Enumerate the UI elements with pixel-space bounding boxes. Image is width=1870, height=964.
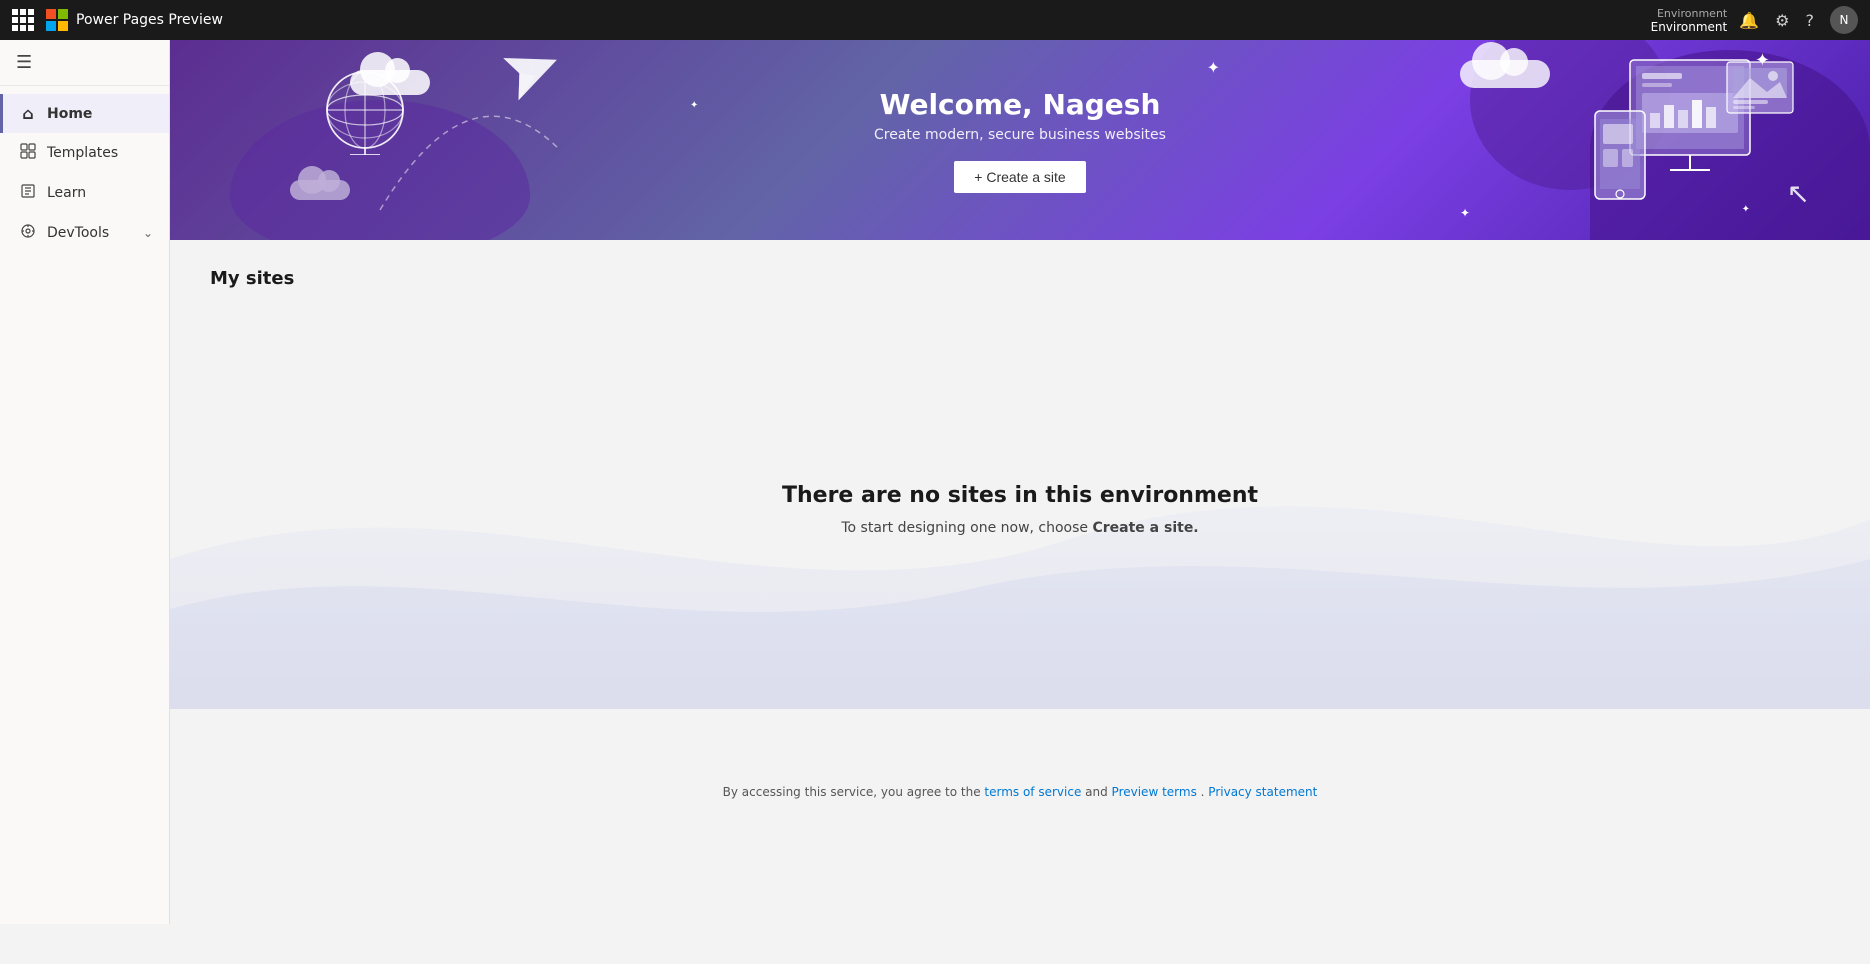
cloud-decoration-1 bbox=[350, 70, 430, 95]
my-sites-section: My sites bbox=[170, 240, 1870, 309]
hero-title: Welcome, Nagesh bbox=[874, 88, 1166, 121]
chevron-down-icon: ⌄ bbox=[143, 226, 153, 240]
waffle-menu[interactable] bbox=[12, 9, 34, 31]
sparkle-icon-1: ✦ bbox=[1207, 58, 1220, 77]
create-site-button[interactable]: + Create a site bbox=[954, 161, 1085, 193]
empty-state-desc-prefix: To start designing one now, choose bbox=[841, 520, 1092, 536]
sparkle-icon-3: ✦ bbox=[1460, 206, 1470, 220]
cursor-icon: ↖ bbox=[1787, 177, 1810, 210]
sidebar-item-templates[interactable]: Templates bbox=[0, 133, 169, 173]
environment-name: Environment bbox=[1651, 20, 1728, 34]
avatar[interactable]: N bbox=[1830, 6, 1858, 34]
sidebar-item-devtools-label: DevTools bbox=[47, 225, 109, 241]
empty-state-title: There are no sites in this environment bbox=[782, 483, 1258, 508]
devices-illustration bbox=[1600, 55, 1780, 219]
learn-icon bbox=[19, 183, 37, 203]
environment-label: Environment bbox=[1657, 7, 1727, 20]
sidebar-nav: ⌂ Home Templates bbox=[0, 86, 169, 261]
preview-terms-link[interactable]: Preview terms bbox=[1112, 785, 1197, 799]
top-bar: Power Pages Preview Environment Environm… bbox=[0, 0, 1870, 40]
sparkle-icon-4: ✦ bbox=[1755, 50, 1770, 71]
help-icon[interactable]: ? bbox=[1806, 11, 1815, 30]
main-content: ✦ ✦ ✦ ✦ ✦ bbox=[170, 40, 1870, 924]
sparkle-icon-2: ✦ bbox=[690, 100, 698, 111]
environment-selector[interactable]: Environment Environment bbox=[1651, 7, 1728, 34]
terms-of-service-link[interactable]: terms of service bbox=[984, 785, 1081, 799]
footer-separator-1: and bbox=[1085, 785, 1111, 799]
hamburger-button[interactable]: ☰ bbox=[0, 40, 169, 86]
sidebar: ☰ ⌂ Home Templates bbox=[0, 40, 170, 924]
home-icon: ⌂ bbox=[19, 104, 37, 123]
footer: By accessing this service, you agree to … bbox=[170, 769, 1870, 815]
devtools-icon bbox=[19, 223, 37, 243]
notification-icon[interactable]: 🔔 bbox=[1739, 11, 1759, 30]
app-title: Power Pages Preview bbox=[76, 12, 223, 28]
hero-content: Welcome, Nagesh Create modern, secure bu… bbox=[874, 88, 1166, 193]
sidebar-item-home[interactable]: ⌂ Home bbox=[0, 94, 169, 133]
my-sites-title: My sites bbox=[210, 268, 1830, 289]
cloud-decoration-3 bbox=[1460, 60, 1550, 88]
sparkle-icon-5: ✦ bbox=[1742, 204, 1750, 215]
sidebar-item-learn[interactable]: Learn bbox=[0, 173, 169, 213]
top-bar-actions: 🔔 ⚙ ? N bbox=[1739, 6, 1858, 34]
ms-logo-grid bbox=[46, 9, 68, 31]
hero-subtitle: Create modern, secure business websites bbox=[874, 127, 1166, 143]
privacy-statement-link[interactable]: Privacy statement bbox=[1208, 785, 1317, 799]
empty-state-description: To start designing one now, choose Creat… bbox=[782, 520, 1258, 536]
templates-icon bbox=[19, 143, 37, 163]
hero-banner: ✦ ✦ ✦ ✦ ✦ bbox=[170, 40, 1870, 240]
sidebar-item-learn-label: Learn bbox=[47, 185, 86, 201]
empty-state-content: There are no sites in this environment T… bbox=[782, 483, 1258, 536]
sidebar-item-templates-label: Templates bbox=[47, 145, 118, 161]
dashed-path-decoration bbox=[370, 90, 570, 220]
settings-icon[interactable]: ⚙ bbox=[1775, 11, 1789, 30]
paper-plane-icon bbox=[503, 41, 567, 104]
footer-prefix: By accessing this service, you agree to … bbox=[723, 785, 985, 799]
globe-illustration bbox=[320, 65, 410, 159]
cloud-decoration-2 bbox=[290, 180, 350, 200]
microsoft-logo: Power Pages Preview bbox=[46, 9, 223, 31]
sidebar-item-home-label: Home bbox=[47, 106, 92, 122]
sidebar-item-devtools[interactable]: DevTools ⌄ bbox=[0, 213, 169, 253]
empty-state-cta-text: Create a site. bbox=[1092, 520, 1198, 536]
empty-state-area: There are no sites in this environment T… bbox=[170, 309, 1870, 709]
